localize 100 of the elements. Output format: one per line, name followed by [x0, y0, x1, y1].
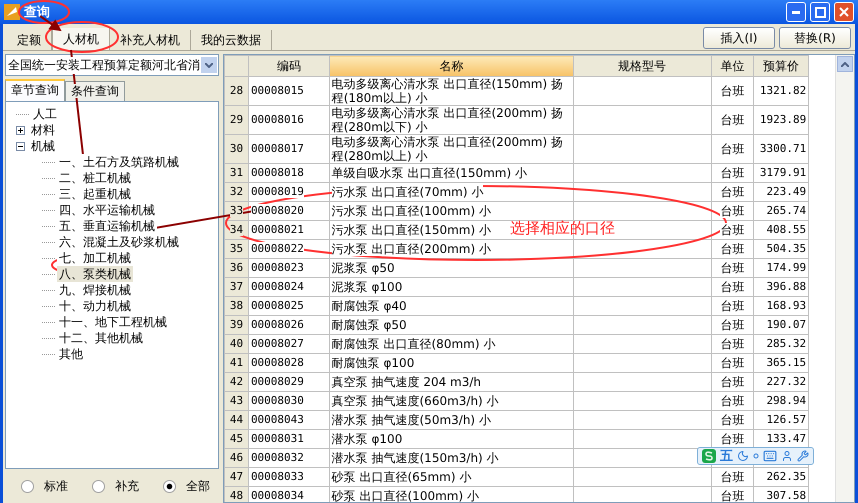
collapse-icon[interactable] [16, 142, 25, 150]
table-cell: 台班 [711, 134, 754, 164]
wrench-icon [797, 450, 809, 462]
table-cell: 00008028 [248, 354, 330, 372]
table-cell: 台班 [711, 106, 754, 134]
table-cell: 190.07 [754, 316, 809, 334]
tree-item[interactable]: 一、土石方及筑路机械 [57, 154, 181, 170]
tree-item[interactable]: 六、混凝土及砂浆机械 [57, 234, 181, 250]
minimize-icon [792, 10, 800, 14]
row-number: 42 [224, 372, 248, 392]
row-number: 28 [224, 76, 248, 106]
tree-item[interactable]: 十二、其他机械 [57, 330, 145, 346]
table-cell: 00008018 [248, 164, 330, 182]
column-header[interactable]: 单位 [711, 56, 754, 76]
table-cell: 00008031 [248, 430, 330, 448]
row-number: 36 [224, 258, 248, 278]
scroll-up-button[interactable] [837, 56, 853, 72]
table-cell: 耐腐蚀泵 出口直径(80mm) 小 [329, 334, 574, 354]
table-cell: 126.57 [754, 410, 809, 430]
table-cell: 台班 [711, 278, 754, 296]
action-button[interactable]: 插入(I) [703, 27, 775, 49]
tree-item[interactable]: 人工 [31, 106, 59, 122]
table-cell: 台班 [711, 202, 754, 220]
maximize-icon [814, 6, 826, 18]
table-cell: 00008034 [248, 486, 330, 502]
table-cell: 台班 [711, 316, 754, 334]
tree-item[interactable]: 九、焊接机械 [57, 282, 133, 298]
table-cell: 174.99 [754, 258, 809, 278]
row-number: 43 [224, 392, 248, 410]
row-number: 40 [224, 334, 248, 354]
column-header[interactable]: 预算价 [754, 56, 809, 76]
table-cell: 1923.89 [754, 106, 809, 134]
radio-button[interactable] [163, 480, 176, 492]
user-icon [781, 450, 793, 462]
radio-label: 标准 [44, 478, 68, 494]
close-button[interactable] [834, 2, 854, 22]
row-number: 30 [224, 134, 248, 164]
table-cell: 298.94 [754, 392, 809, 410]
table-cell: 耐腐蚀泵 φ100 [329, 354, 574, 372]
table-cell: 台班 [711, 220, 754, 240]
row-number: 39 [224, 316, 248, 334]
table-cell: 台班 [711, 334, 754, 354]
highlight-ellipse [18, 0, 70, 24]
table-cell: 潜水泵 φ100 [329, 430, 574, 448]
caret-icon [841, 62, 849, 66]
radio-button[interactable] [21, 480, 34, 492]
row-number: 32 [224, 182, 248, 202]
tab[interactable]: 我的云数据 [191, 30, 272, 50]
table-cell: 285.32 [754, 334, 809, 354]
row-number: 45 [224, 430, 248, 448]
table-cell: 污水泵 出口直径(100mm) 小 [329, 202, 574, 220]
annotation-note: 选择相应的口径 [510, 219, 615, 238]
tree-item[interactable]: 材料 [29, 122, 57, 138]
row-number: 48 [224, 486, 248, 502]
table-cell: 台班 [711, 182, 754, 202]
table-cell: 396.88 [754, 278, 809, 296]
table-cell: 潜水泵 抽气速度(150m3/h) 小 [329, 448, 574, 468]
tab[interactable]: 补充人材机 [110, 30, 191, 50]
maximize-button[interactable] [810, 2, 830, 22]
table-cell: 泥浆泵 φ100 [329, 278, 574, 296]
tree-item[interactable]: 其他 [57, 346, 85, 362]
column-header[interactable]: 规格型号 [573, 56, 712, 76]
column-header[interactable]: 编码 [248, 56, 330, 76]
table-cell: 台班 [711, 164, 754, 182]
radio-button[interactable] [92, 480, 105, 492]
column-header[interactable]: 名称 [329, 56, 574, 76]
expand-icon[interactable] [16, 126, 25, 134]
app-icon [4, 4, 20, 20]
ime-logo-icon [702, 449, 716, 463]
tree-item[interactable]: 十、动力机械 [57, 298, 133, 314]
window-title: 查询 [24, 4, 50, 21]
action-button[interactable]: 替换(R) [779, 27, 851, 49]
table-cell: 3179.91 [754, 164, 809, 182]
row-number: 38 [224, 296, 248, 316]
table-cell: 00008030 [248, 392, 330, 410]
table-cell: 00008017 [248, 134, 330, 164]
table-cell: 砂泵 出口直径(65mm) 小 [329, 468, 574, 486]
table-cell: 365.15 [754, 354, 809, 372]
row-number: 31 [224, 164, 248, 182]
table-cell: 408.55 [754, 220, 809, 240]
table-cell: 00008026 [248, 316, 330, 334]
plus-icon [17, 126, 24, 134]
table-cell: 污水泵 出口直径(70mm) 小 [329, 182, 574, 202]
tree-item[interactable]: 机械 [29, 138, 57, 154]
table-cell: 真空泵 抽气速度(660m3/h) 小 [329, 392, 574, 410]
tab[interactable]: 人材机 [52, 28, 110, 50]
tab[interactable]: 章节查询 [5, 79, 65, 101]
caret-icon [205, 62, 213, 68]
table-cell: 台班 [711, 296, 754, 316]
table-cell: 00008032 [248, 448, 330, 468]
row-number: 37 [224, 278, 248, 296]
table-cell: 台班 [711, 468, 754, 486]
table-cell: 00008020 [248, 202, 330, 220]
table-cell: 单级自吸水泵 出口直径(150mm) 小 [329, 164, 574, 182]
minimize-button[interactable] [786, 2, 806, 22]
row-number: 47 [224, 468, 248, 486]
tree-item[interactable]: 十一、地下工程机械 [57, 314, 169, 330]
row-number: 44 [224, 410, 248, 430]
table-cell: 台班 [711, 76, 754, 106]
library-dropdown[interactable]: 全国统一安装工程预算定额河北省消 [5, 54, 219, 76]
